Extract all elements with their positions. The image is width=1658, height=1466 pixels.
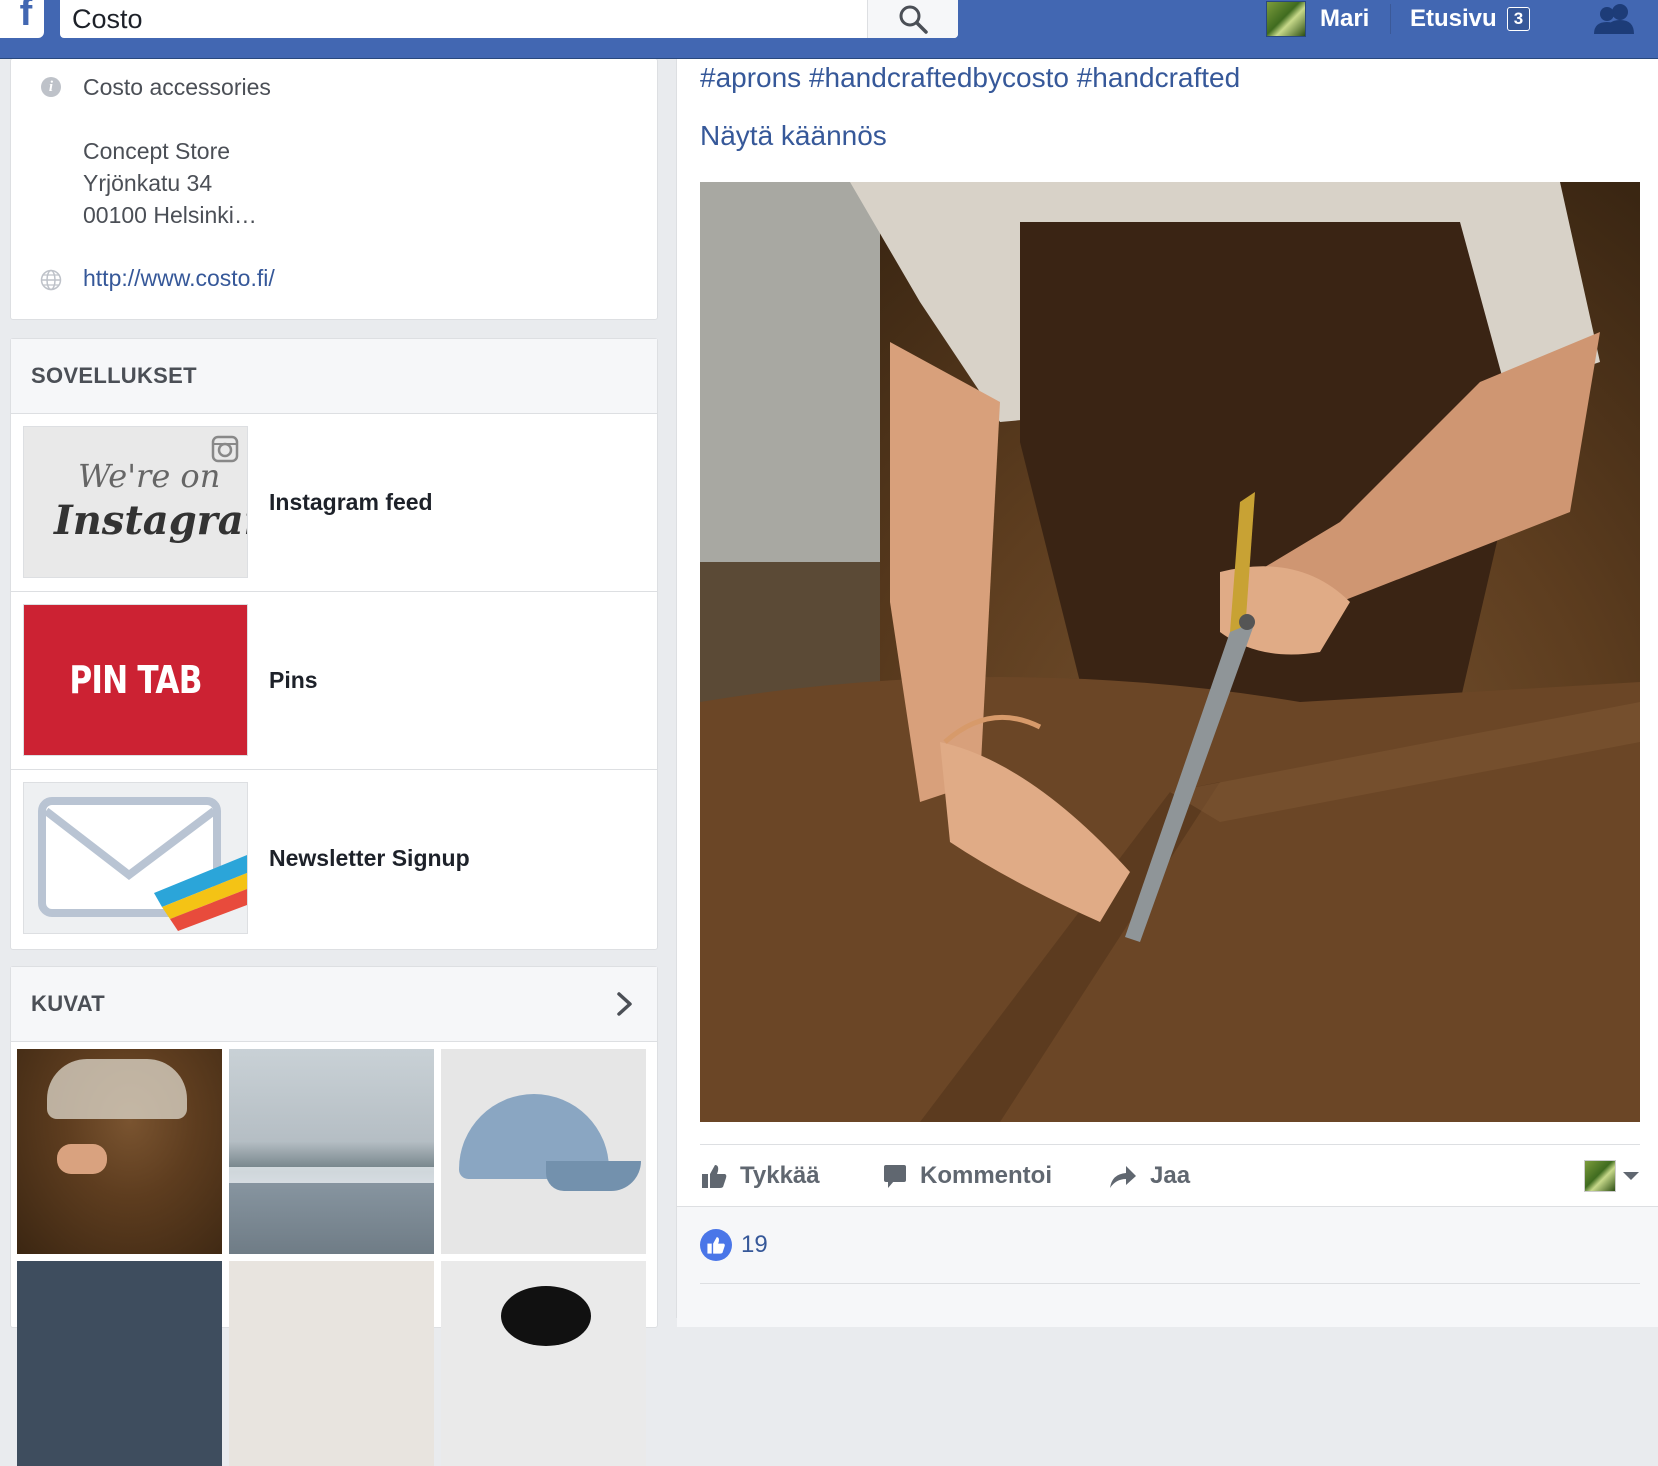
pin-tab-text: PIN TAB — [69, 658, 202, 702]
address-line: 00100 Helsinki… — [83, 202, 257, 228]
like-label: Tykkää — [740, 1162, 820, 1189]
like-count[interactable]: 19 — [741, 1229, 768, 1261]
address-line: Yrjönkatu 34 — [83, 170, 213, 196]
app-label: Newsletter Signup — [269, 845, 470, 871]
share-icon — [1110, 1166, 1136, 1188]
apps-card: SOVELLUKSET We're on Instagram Instagram… — [10, 338, 658, 950]
website-link[interactable]: http://www.costo.fi/ — [83, 265, 275, 292]
share-label: Jaa — [1150, 1162, 1191, 1189]
apps-title: SOVELLUKSET — [31, 363, 197, 388]
chevron-right-icon[interactable] — [615, 991, 635, 1017]
top-navigation-bar: f Mari Etusivu 3 — [0, 0, 1658, 59]
notification-badge: 3 — [1506, 7, 1531, 31]
search-icon — [899, 5, 928, 34]
reactions-summary: 19 — [677, 1206, 1658, 1327]
see-translation-link[interactable]: Näytä käännös — [700, 120, 887, 152]
user-name: Mari — [1320, 5, 1370, 32]
instagram-thumbnail: We're on Instagram — [23, 426, 248, 578]
share-button[interactable]: Jaa — [1108, 1145, 1190, 1207]
comment-icon — [884, 1165, 906, 1188]
divider — [700, 1283, 1640, 1284]
caret-down-icon — [1623, 1172, 1639, 1180]
instagram-camera-icon — [211, 435, 239, 463]
app-label: Pins — [269, 667, 318, 693]
avatar — [1584, 1160, 1616, 1192]
post-actions: Tykkää Kommentoi Jaa — [700, 1144, 1640, 1207]
envelope-icon — [23, 782, 248, 934]
photo-thumbnail[interactable] — [229, 1049, 434, 1254]
thumbs-up-icon — [702, 1165, 727, 1188]
photo-thumbnail[interactable] — [17, 1261, 222, 1466]
info-icon: i — [41, 77, 61, 97]
page-category: Costo accessories — [83, 74, 271, 100]
search-box — [60, 0, 958, 38]
facebook-logo-icon[interactable]: f — [0, 0, 44, 38]
instagram-thumb-text: Instagram — [54, 497, 247, 544]
photo-thumbnail[interactable] — [441, 1261, 646, 1466]
apps-header: SOVELLUKSET — [11, 339, 657, 414]
app-item-newsletter[interactable]: Newsletter Signup — [11, 770, 657, 947]
photos-header[interactable]: KUVAT — [11, 967, 657, 1042]
pin-tab-thumbnail: PIN TAB — [23, 604, 248, 756]
search-button[interactable] — [867, 0, 958, 38]
post-hashtags[interactable]: #aprons #handcraftedbycosto #handcrafted — [700, 62, 1240, 94]
comment-button[interactable]: Kommentoi — [882, 1145, 1052, 1207]
profile-link[interactable]: Mari — [1266, 0, 1369, 38]
instagram-thumb-text: We're on — [78, 457, 221, 495]
avatar — [1266, 1, 1306, 37]
home-label: Etusivu — [1410, 5, 1497, 32]
photo-thumbnail[interactable] — [17, 1049, 222, 1254]
nav-divider — [1390, 4, 1391, 34]
like-reaction-icon — [700, 1229, 732, 1261]
photo-thumbnail[interactable] — [229, 1261, 434, 1466]
photos-card: KUVAT — [10, 966, 658, 1466]
post-photo[interactable] — [700, 182, 1640, 1122]
globe-icon — [40, 269, 62, 291]
app-label: Instagram feed — [269, 489, 433, 515]
app-item-pins[interactable]: PIN TAB Pins — [11, 592, 657, 770]
search-input[interactable] — [60, 0, 884, 38]
home-link[interactable]: Etusivu 3 — [1410, 0, 1531, 38]
like-button[interactable]: Tykkää — [700, 1145, 820, 1207]
friend-requests-icon[interactable] — [1590, 0, 1640, 38]
post-card: #aprons #handcraftedbycosto #handcrafted… — [676, 58, 1658, 1327]
photo-thumbnail[interactable] — [441, 1049, 646, 1254]
comment-label: Kommentoi — [920, 1162, 1052, 1189]
post-as-selector[interactable] — [1584, 1145, 1640, 1207]
address-line: Concept Store — [83, 138, 231, 164]
app-item-instagram[interactable]: We're on Instagram Instagram feed — [11, 414, 657, 592]
page-info-card: i Costo accessories Concept Store Yrjönk… — [10, 58, 658, 320]
cap-brim-shape — [546, 1161, 641, 1191]
photos-title: KUVAT — [31, 991, 106, 1016]
